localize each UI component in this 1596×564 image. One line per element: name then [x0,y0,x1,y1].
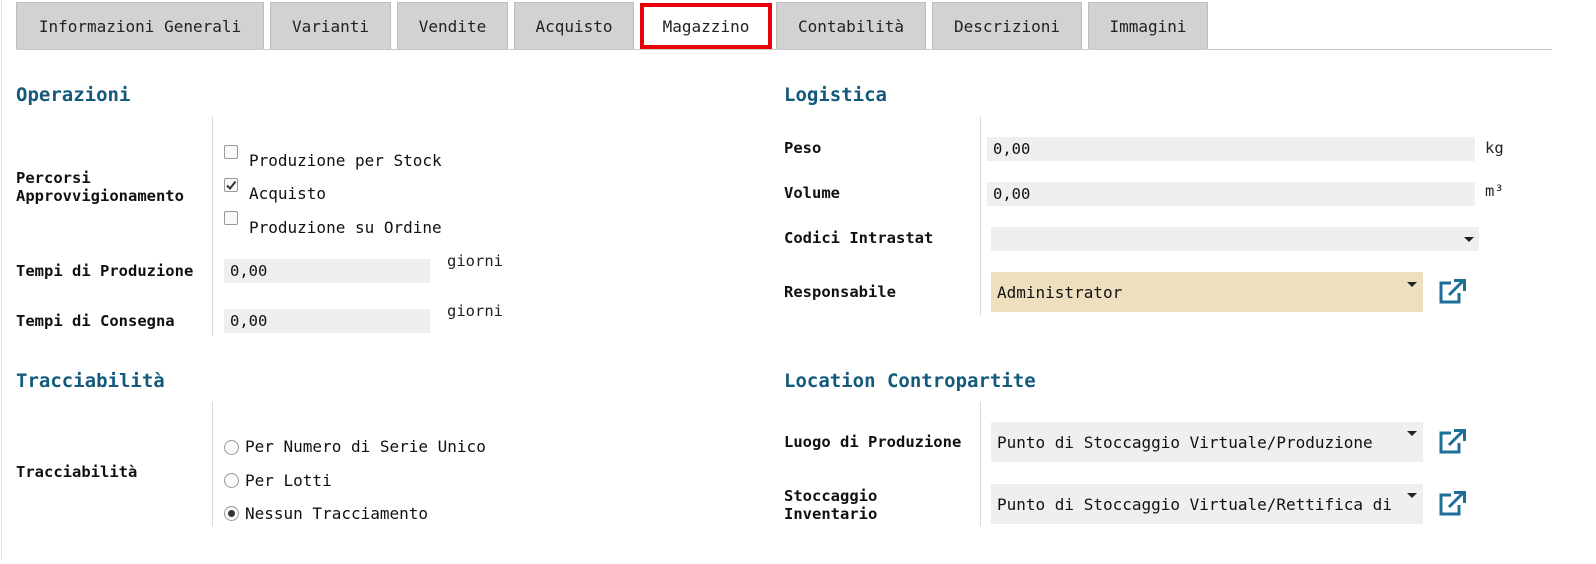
chevron-down-icon [1407,493,1417,498]
tracking-label: Tracciabilità [16,463,138,481]
tab-acquisto[interactable]: Acquisto [514,2,634,49]
tracking-radio-none[interactable] [224,506,239,521]
tracking-option-label: Nessun Tracciamento [245,504,429,523]
routes-label-line2: Approvvigionamento [16,187,184,205]
route-checkbox-produzione-stock[interactable] [224,145,238,159]
tab-magazzino[interactable]: Magazzino [640,3,772,49]
left-edge-divider [1,0,2,560]
inventory-label-line2: Inventario [784,505,878,523]
tab-bar-baseline [16,49,1552,50]
weight-input[interactable]: 0,00 [987,137,1475,161]
intrastat-label: Codici Intrastat [784,229,934,247]
responsible-value: Administrator [997,282,1123,302]
section-title-tracciabilita: Tracciabilità [16,370,165,392]
tab-label: Informazioni Generali [38,16,242,36]
production-location-label: Luogo di Produzione [784,433,962,451]
chevron-down-icon [1407,282,1417,287]
external-link-icon[interactable] [1437,278,1467,306]
delivery-lead-label: Tempi di Consegna [16,312,175,330]
tracking-radio-lots[interactable] [224,473,239,488]
production-location-select[interactable]: Punto di Stoccaggio Virtuale/Produzione [991,422,1423,462]
route-checkbox-acquisto[interactable] [224,178,238,192]
production-location-value: Punto di Stoccaggio Virtuale/Produzione [997,432,1373,452]
tracking-option-label: Per Lotti [245,471,332,490]
tracking-radio-serial[interactable] [224,440,239,455]
route-checkbox-produzione-ordine[interactable] [224,211,238,225]
tab-label: Vendite [418,16,487,36]
volume-input[interactable]: 0,00 [987,182,1475,206]
tab-label: Magazzino [662,16,750,36]
responsible-label: Responsabile [784,283,896,301]
production-lead-unit: giorni [447,252,503,270]
route-label: Produzione su Ordine [249,218,442,237]
volume-unit: m³ [1485,182,1504,200]
tab-label: Varianti [291,16,370,36]
tab-label: Acquisto [535,16,613,36]
tab-vendite[interactable]: Vendite [397,2,508,49]
routes-label: Percorsi Approvvigionamento [16,169,184,205]
column-divider [980,116,981,316]
radio-selected-dot [228,510,235,517]
inventory-location-select[interactable]: Punto di Stoccaggio Virtuale/Rettifica d… [991,484,1423,524]
column-divider [212,402,213,526]
delivery-lead-input[interactable]: 0,00 [224,309,430,333]
checkmark-icon [226,180,237,191]
responsible-select[interactable]: Administrator [991,272,1423,312]
route-label: Produzione per Stock [249,151,442,170]
weight-unit: kg [1485,139,1504,157]
column-divider [212,116,213,336]
tab-label: Immagini [1109,16,1187,36]
inventory-location-value: Punto di Stoccaggio Virtuale/Rettifica d… [997,494,1392,514]
section-title-locations: Location Contropartite [784,370,1036,392]
chevron-down-icon [1407,431,1417,436]
tracking-option-label: Per Numero di Serie Unico [245,437,486,456]
chevron-down-icon [1464,237,1474,242]
section-title-operazioni: Operazioni [16,84,131,106]
section-title-logistica: Logistica [784,84,887,106]
weight-label: Peso [784,139,822,157]
tab-descrizioni[interactable]: Descrizioni [932,2,1082,49]
tab-immagini[interactable]: Immagini [1088,2,1208,49]
route-label: Acquisto [249,184,327,203]
tab-label: Descrizioni [954,16,1060,36]
routes-label-line1: Percorsi [16,169,91,187]
tab-label: Contabilità [798,16,904,36]
delivery-lead-unit: giorni [447,302,503,320]
external-link-icon[interactable] [1437,490,1467,518]
tab-contabilita[interactable]: Contabilità [776,2,926,49]
tab-varianti[interactable]: Varianti [270,2,391,49]
production-lead-input[interactable]: 0,00 [224,259,430,283]
inventory-location-label: Stoccaggio Inventario [784,487,877,523]
external-link-icon[interactable] [1437,428,1467,456]
tab-informazioni-generali[interactable]: Informazioni Generali [16,2,264,49]
inventory-label-line1: Stoccaggio [784,487,878,505]
column-divider [980,402,981,526]
volume-label: Volume [784,184,840,202]
intrastat-select[interactable] [991,227,1479,251]
production-lead-label: Tempi di Produzione [16,262,194,280]
